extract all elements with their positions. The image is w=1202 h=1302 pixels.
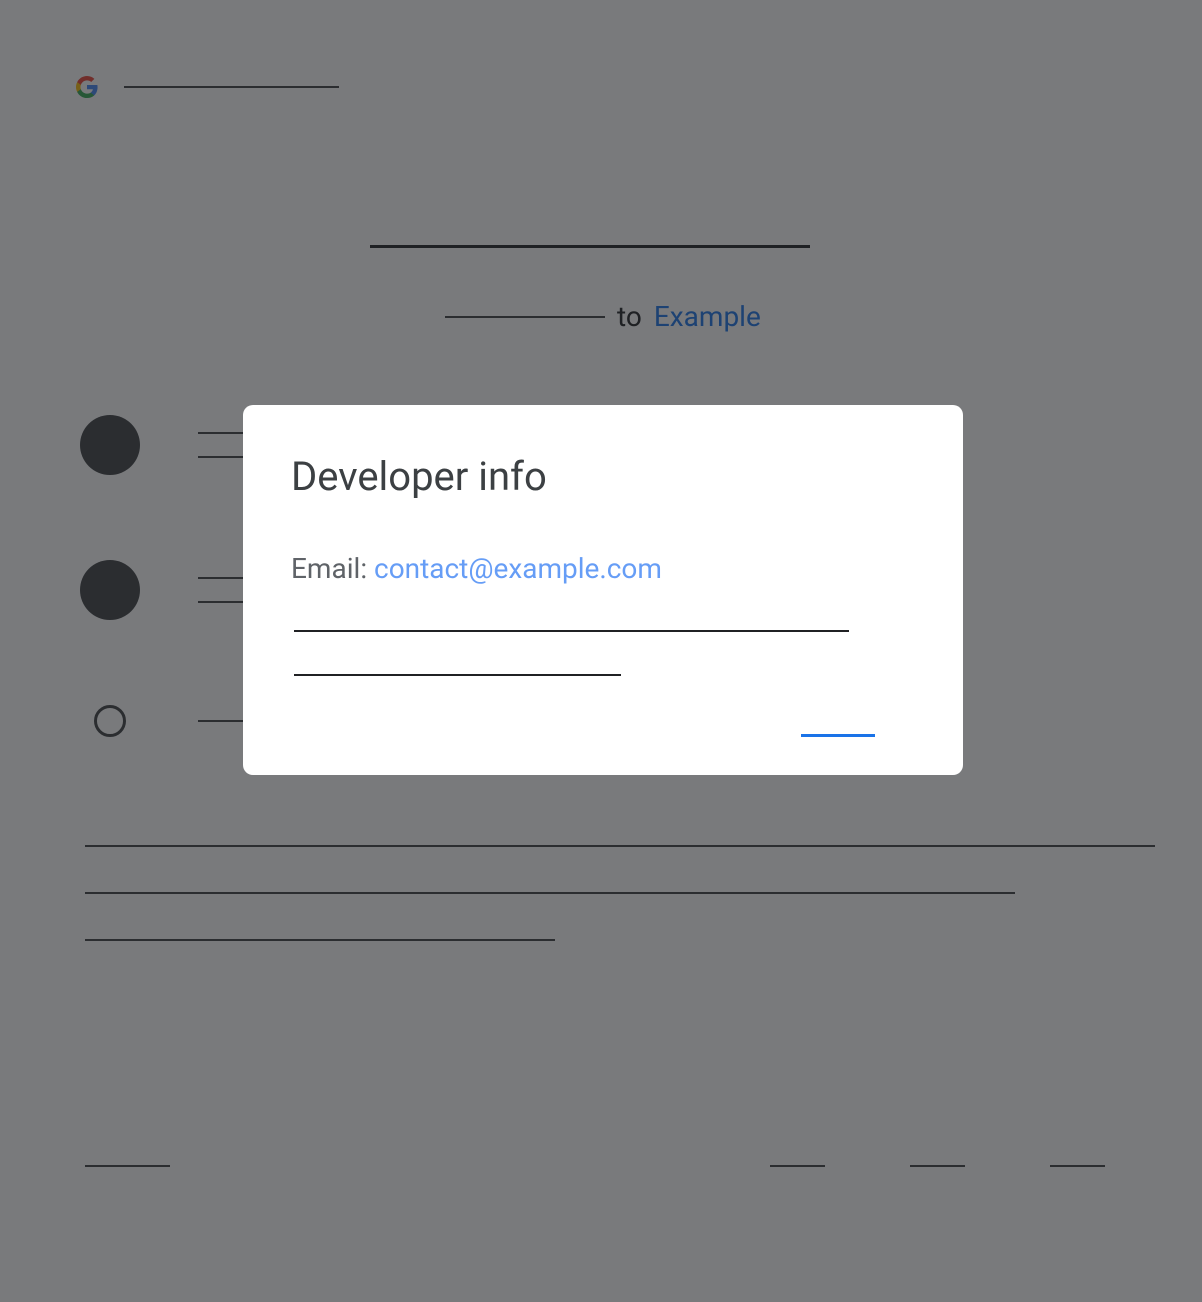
modal-title: Developer info (291, 453, 915, 500)
modal-body-placeholder-line (294, 630, 849, 632)
modal-email-row: Email: contact@example.com (291, 552, 915, 585)
developer-info-modal: Developer info Email: contact@example.co… (243, 405, 963, 775)
modal-action-button[interactable] (801, 734, 875, 737)
modal-footer (291, 734, 915, 737)
modal-email-link[interactable]: contact@example.com (374, 552, 662, 585)
modal-body-placeholder-line (294, 674, 621, 676)
modal-email-label: Email: (291, 552, 374, 585)
